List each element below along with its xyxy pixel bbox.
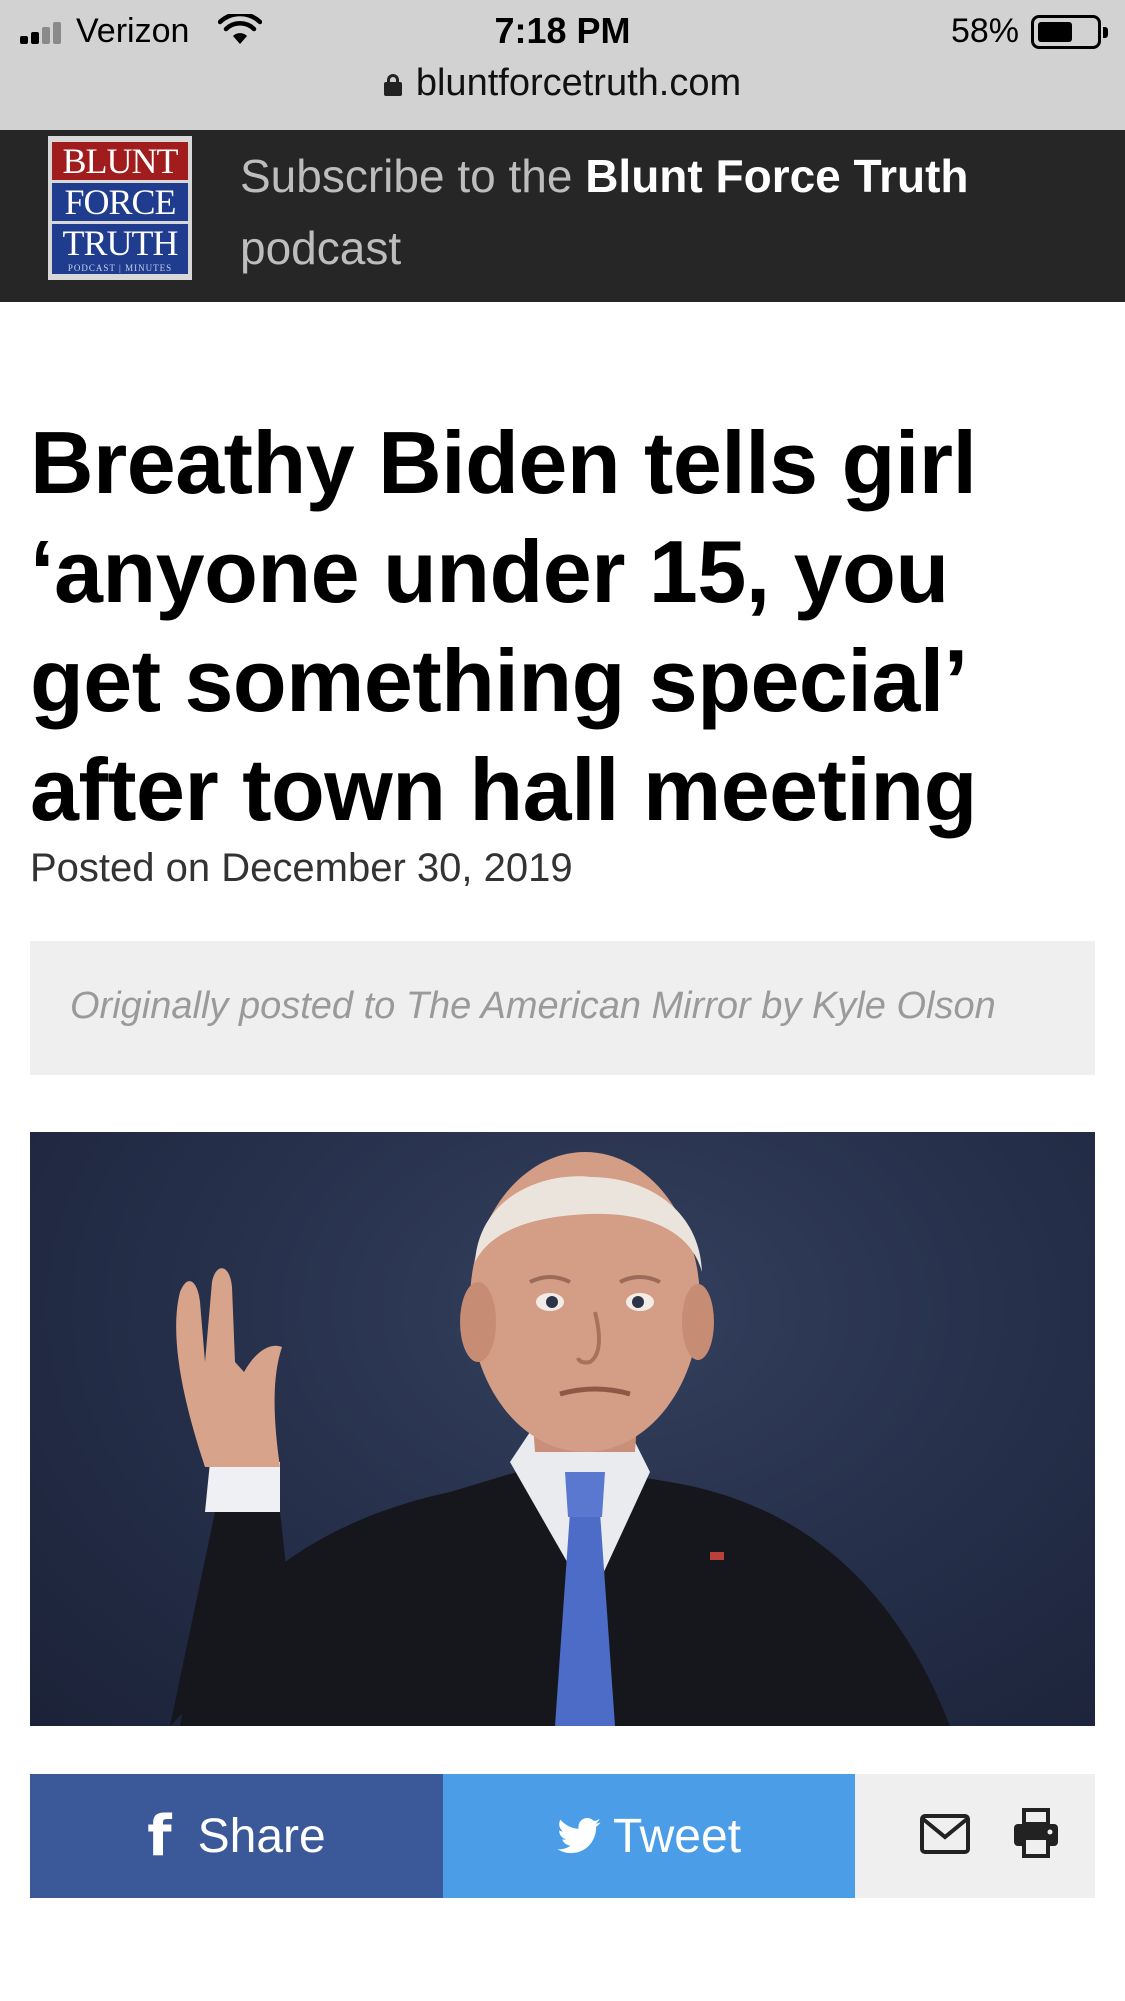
more-share-options [855,1774,1095,1898]
logo-line-truth: TRUTH [52,224,188,262]
tweet-label: Tweet [612,1809,742,1863]
facebook-share-button[interactable]: f Share [30,1774,443,1898]
article-headline: Breathy Biden tells girl ‘anyone under 1… [30,413,977,839]
subscribe-podcast-name: Blunt Force Truth [585,150,969,202]
subscribe-suffix: podcast [240,222,402,274]
article-photo [30,1132,1095,1726]
tweet-button[interactable]: Tweet [443,1774,855,1898]
photo-illustration [170,1152,950,1726]
browser-chrome: Verizon 7:18 PM 58% bluntforcetruth.com [0,0,1125,130]
source-note-box: Originally posted to The American Mirror… [30,941,1095,1075]
facebook-icon: f [147,1803,172,1869]
site-logo[interactable]: BLUNT FORCE TRUTH PODCAST | MINUTES [48,136,192,280]
post-date: Posted on December 30, 2019 [30,846,573,890]
status-bar: Verizon 7:18 PM 58% [0,0,1125,62]
battery-icon [1031,15,1108,49]
subscribe-prefix: Subscribe to the [240,150,586,202]
lock-icon [383,74,402,96]
logo-tagline: PODCAST | MINUTES [52,262,188,274]
twitter-bird-icon [557,1818,601,1854]
logo-line-blunt: BLUNT [52,142,188,180]
email-icon[interactable] [920,1814,970,1854]
url-text: bluntforcetruth.com [415,62,742,104]
share-label: Share [197,1809,326,1863]
print-icon[interactable] [1012,1808,1060,1858]
battery-percentage: 58% [950,12,1019,50]
subscribe-link[interactable]: Subscribe to the Blunt Force Truth podca… [240,140,1080,284]
share-bar: f Share Tweet [30,1774,1095,1898]
source-note: Originally posted to The American Mirror… [70,985,996,1027]
logo-line-force: FORCE [52,183,188,221]
address-bar[interactable]: bluntforcetruth.com [0,62,1125,110]
